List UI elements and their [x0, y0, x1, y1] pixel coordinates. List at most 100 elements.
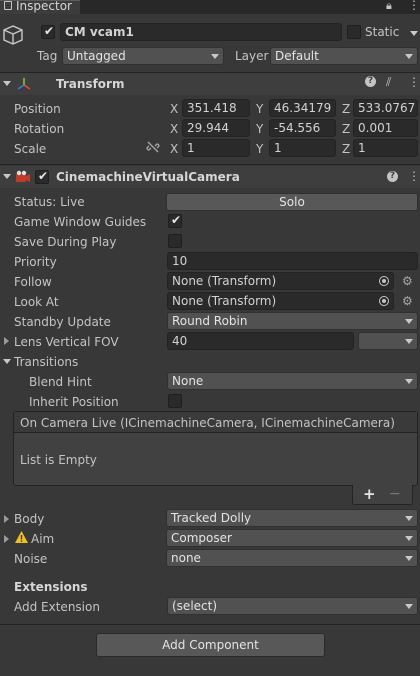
- lock-icon[interactable]: 🔒︎: [386, 0, 392, 13]
- scale-z-label[interactable]: Z: [342, 142, 350, 156]
- scale-z-field[interactable]: 1: [353, 139, 418, 157]
- aim-dropdown[interactable]: Composer: [166, 529, 418, 547]
- inspector-tab-icon: [4, 1, 12, 10]
- lens-fov-field[interactable]: 40: [167, 332, 354, 350]
- chevron-down-icon: [211, 54, 219, 59]
- add-component-button[interactable]: Add Component: [96, 633, 325, 657]
- standby-dropdown[interactable]: Round Robin: [167, 312, 418, 330]
- check-icon: ✔: [171, 213, 182, 227]
- look-at-value: None (Transform): [172, 294, 277, 308]
- save-during-play-checkbox[interactable]: [168, 234, 182, 248]
- scale-label: Scale: [14, 142, 47, 156]
- position-z-label[interactable]: Z: [342, 102, 350, 116]
- link-icon[interactable]: [146, 140, 160, 154]
- chevron-down-icon: [405, 379, 413, 384]
- check-icon: ✔: [38, 169, 49, 183]
- solo-button[interactable]: Solo: [166, 193, 418, 211]
- vcam-header[interactable]: ✔ CinemachineVirtualCamera ? ⋮: [0, 166, 420, 188]
- scale-y-label[interactable]: Y: [256, 142, 263, 156]
- body-value: Tracked Dolly: [171, 511, 252, 525]
- inherit-position-checkbox[interactable]: [168, 394, 182, 408]
- layer-label: Layer: [235, 49, 269, 63]
- lens-foldout-icon[interactable]: [4, 337, 9, 345]
- static-checkbox[interactable]: [347, 25, 361, 39]
- solo-label: Solo: [279, 195, 305, 209]
- scale-x-label[interactable]: X: [170, 142, 178, 156]
- add-component-label: Add Component: [162, 638, 259, 652]
- rotation-y-label[interactable]: Y: [256, 122, 263, 136]
- tag-dropdown[interactable]: Untagged: [62, 47, 224, 65]
- transitions-label[interactable]: Transitions: [14, 355, 78, 369]
- foldout-arrow-icon[interactable]: [3, 81, 11, 86]
- vcam-enabled-checkbox[interactable]: ✔: [35, 169, 49, 184]
- divider: [0, 624, 420, 625]
- body-dropdown[interactable]: Tracked Dolly: [166, 509, 418, 527]
- rotation-y-field[interactable]: -54.556: [269, 119, 336, 137]
- position-x-field[interactable]: 351.418: [182, 99, 250, 117]
- add-extension-dropdown[interactable]: (select): [167, 597, 418, 615]
- transform-icon: [16, 76, 32, 92]
- standby-label: Standby Update: [14, 315, 111, 329]
- save-during-play-label: Save During Play: [14, 235, 117, 249]
- position-x-label[interactable]: X: [170, 102, 178, 116]
- settings-icon[interactable]: ⚙: [402, 294, 413, 308]
- object-name-field[interactable]: CM vcam1: [60, 23, 342, 41]
- foldout-arrow-icon[interactable]: [3, 174, 11, 179]
- more-icon[interactable]: ⋮: [408, 169, 420, 183]
- target-icon[interactable]: [379, 276, 389, 286]
- active-checkbox[interactable]: ✔: [41, 24, 55, 39]
- camera-icon: [15, 170, 31, 184]
- priority-field[interactable]: 10: [167, 252, 418, 270]
- layer-value: Default: [275, 49, 319, 63]
- noise-value: none: [171, 551, 201, 565]
- chevron-down-icon: [405, 54, 413, 59]
- transform-header[interactable]: Transform ? ⫽ ⋮: [0, 73, 420, 95]
- help-icon[interactable]: ?: [365, 76, 376, 87]
- add-extension-label: Add Extension: [14, 600, 100, 614]
- scale-y-field[interactable]: 1: [269, 139, 336, 157]
- rotation-x-label[interactable]: X: [170, 122, 178, 136]
- add-event-button[interactable]: +: [363, 485, 376, 503]
- look-at-field[interactable]: None (Transform): [167, 292, 394, 310]
- rotation-z-field[interactable]: 0.001: [353, 119, 418, 137]
- more-icon[interactable]: ⋮: [408, 0, 420, 12]
- remove-event-button[interactable]: −: [389, 486, 401, 502]
- guides-checkbox[interactable]: ✔: [168, 213, 182, 228]
- body-label[interactable]: Body: [14, 512, 44, 526]
- transform-title: Transform: [56, 77, 125, 91]
- lens-preset-dropdown[interactable]: [358, 332, 418, 350]
- warning-icon: [14, 530, 29, 544]
- scale-x-field[interactable]: 1: [182, 139, 250, 157]
- inspector-tab[interactable]: Inspector: [0, 0, 80, 14]
- aim-label[interactable]: Aim: [31, 532, 54, 546]
- follow-value: None (Transform): [172, 274, 277, 288]
- position-z-field[interactable]: 533.0767: [353, 99, 418, 117]
- check-icon: ✔: [44, 24, 55, 38]
- transitions-foldout-icon[interactable]: [3, 359, 11, 364]
- static-dropdown-arrow[interactable]: [410, 31, 418, 36]
- preset-icon[interactable]: ⫽: [386, 75, 391, 90]
- look-at-label: Look At: [14, 295, 59, 309]
- settings-icon[interactable]: ⚙: [402, 274, 413, 288]
- chevron-down-icon: [405, 604, 413, 609]
- status-label: Status: Live: [14, 195, 85, 209]
- blend-hint-value: None: [172, 374, 204, 388]
- more-icon[interactable]: ⋮: [408, 75, 420, 89]
- help-icon[interactable]: ?: [387, 171, 398, 182]
- priority-label: Priority: [14, 255, 57, 269]
- position-y-field[interactable]: 46.34179: [269, 99, 336, 117]
- divider: [0, 164, 420, 165]
- body-foldout-icon[interactable]: [4, 515, 9, 523]
- rotation-x-field[interactable]: 29.944: [182, 119, 250, 137]
- position-label: Position: [14, 102, 61, 116]
- follow-label: Follow: [14, 275, 52, 289]
- follow-field[interactable]: None (Transform): [167, 272, 394, 290]
- target-icon[interactable]: [379, 296, 389, 306]
- rotation-z-label[interactable]: Z: [342, 122, 350, 136]
- aim-foldout-icon[interactable]: [4, 535, 9, 543]
- layer-dropdown[interactable]: Default: [270, 47, 418, 65]
- position-y-label[interactable]: Y: [256, 102, 263, 116]
- lens-label[interactable]: Lens Vertical FOV: [14, 335, 119, 349]
- blend-hint-dropdown[interactable]: None: [167, 372, 418, 390]
- noise-dropdown[interactable]: none: [166, 549, 418, 567]
